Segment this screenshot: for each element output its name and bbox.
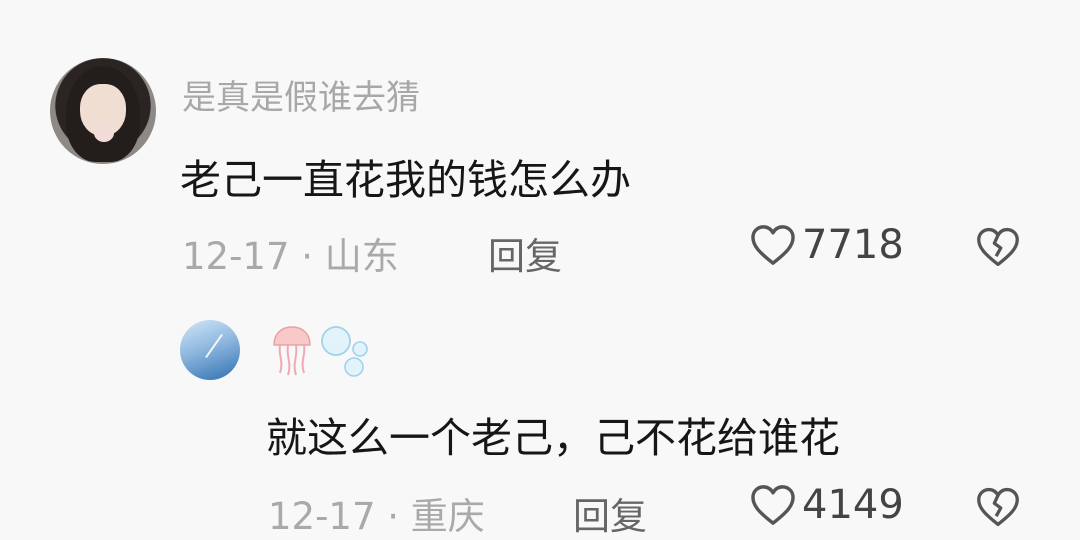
reply-meta: 12-17 · 重庆 xyxy=(268,495,485,538)
username[interactable]: 是真是假谁去猜 xyxy=(182,70,420,119)
avatar-bubble xyxy=(94,124,114,142)
comment-meta: 12-17 · 山东 xyxy=(182,235,399,278)
heart-icon xyxy=(751,225,795,265)
reply-like-button[interactable]: 4149 xyxy=(750,482,904,528)
reply-button[interactable]: 回复 xyxy=(488,226,562,280)
reply-username[interactable] xyxy=(270,323,380,379)
reply-like-count: 4149 xyxy=(802,482,904,528)
reply-reply-button[interactable]: 回复 xyxy=(573,486,647,540)
bubbles-icon xyxy=(321,326,368,377)
comment-text: 老己一直花我的钱怎么办 xyxy=(180,156,631,204)
avatar-streak xyxy=(205,333,223,359)
heart-icon xyxy=(751,485,795,525)
reply-avatar[interactable] xyxy=(180,320,240,380)
avatar[interactable] xyxy=(50,58,156,164)
like-count: 7718 xyxy=(802,222,904,268)
like-button[interactable]: 7718 xyxy=(750,222,904,268)
jellyfish-icon xyxy=(273,326,311,376)
broken-heart-icon[interactable] xyxy=(976,486,1020,528)
reply-text: 就这么一个老己，己不花给谁花 xyxy=(266,414,840,462)
broken-heart-icon[interactable] xyxy=(976,226,1020,268)
